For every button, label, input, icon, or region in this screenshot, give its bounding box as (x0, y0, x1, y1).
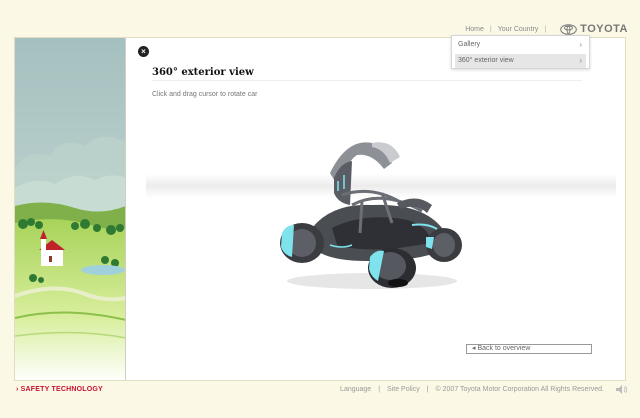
home-link[interactable]: Home (465, 26, 484, 33)
menu-item-gallery[interactable]: Gallery › (455, 38, 586, 52)
menu-item-label: Gallery (458, 41, 481, 48)
content-panel: × 360° exterior view Click and drag curs… (126, 38, 625, 380)
language-link[interactable]: Language (340, 386, 371, 393)
nav-separator: | (544, 25, 547, 33)
site-policy-link[interactable]: Site Policy (387, 386, 420, 393)
safety-technology-link[interactable]: › SAFETY TECHNOLOGY (16, 386, 103, 393)
main-frame: × 360° exterior view Click and drag curs… (14, 37, 626, 381)
close-icon[interactable]: × (138, 46, 149, 57)
brand-wordmark: TOYOTA (580, 23, 628, 35)
back-to-overview-button[interactable]: ◂ Back to overview (466, 344, 592, 354)
toyota-emblem-icon (560, 23, 577, 35)
menu-item-360-exterior-view[interactable]: 360° exterior view › (455, 54, 586, 68)
nav-separator: | (489, 25, 492, 33)
your-country-link[interactable]: Your Country (498, 26, 539, 33)
gallery-menu: Gallery › 360° exterior view › (451, 35, 590, 69)
car-360-viewer[interactable] (272, 133, 472, 293)
speaker-icon[interactable] (616, 385, 628, 394)
chevron-right-icon: › (579, 40, 582, 49)
page-title: 360° exterior view (152, 67, 254, 78)
landscape-illustration (15, 38, 126, 380)
menu-item-label: 360° exterior view (458, 57, 514, 64)
footer-links: Language | Site Policy | © 2007 Toyota M… (340, 386, 604, 393)
footer-separator: | (426, 386, 429, 393)
chevron-right-icon: › (579, 56, 582, 65)
instruction-text: Click and drag cursor to rotate car (152, 91, 258, 98)
title-divider (152, 80, 582, 81)
footer-separator: | (378, 386, 381, 393)
toyota-logo[interactable]: TOYOTA (560, 23, 628, 35)
top-navigation: Home | Your Country | TOYOTA (465, 22, 640, 36)
copyright-text: © 2007 Toyota Motor Corporation All Righ… (435, 386, 604, 393)
footer: › SAFETY TECHNOLOGY Language | Site Poli… (0, 385, 640, 398)
